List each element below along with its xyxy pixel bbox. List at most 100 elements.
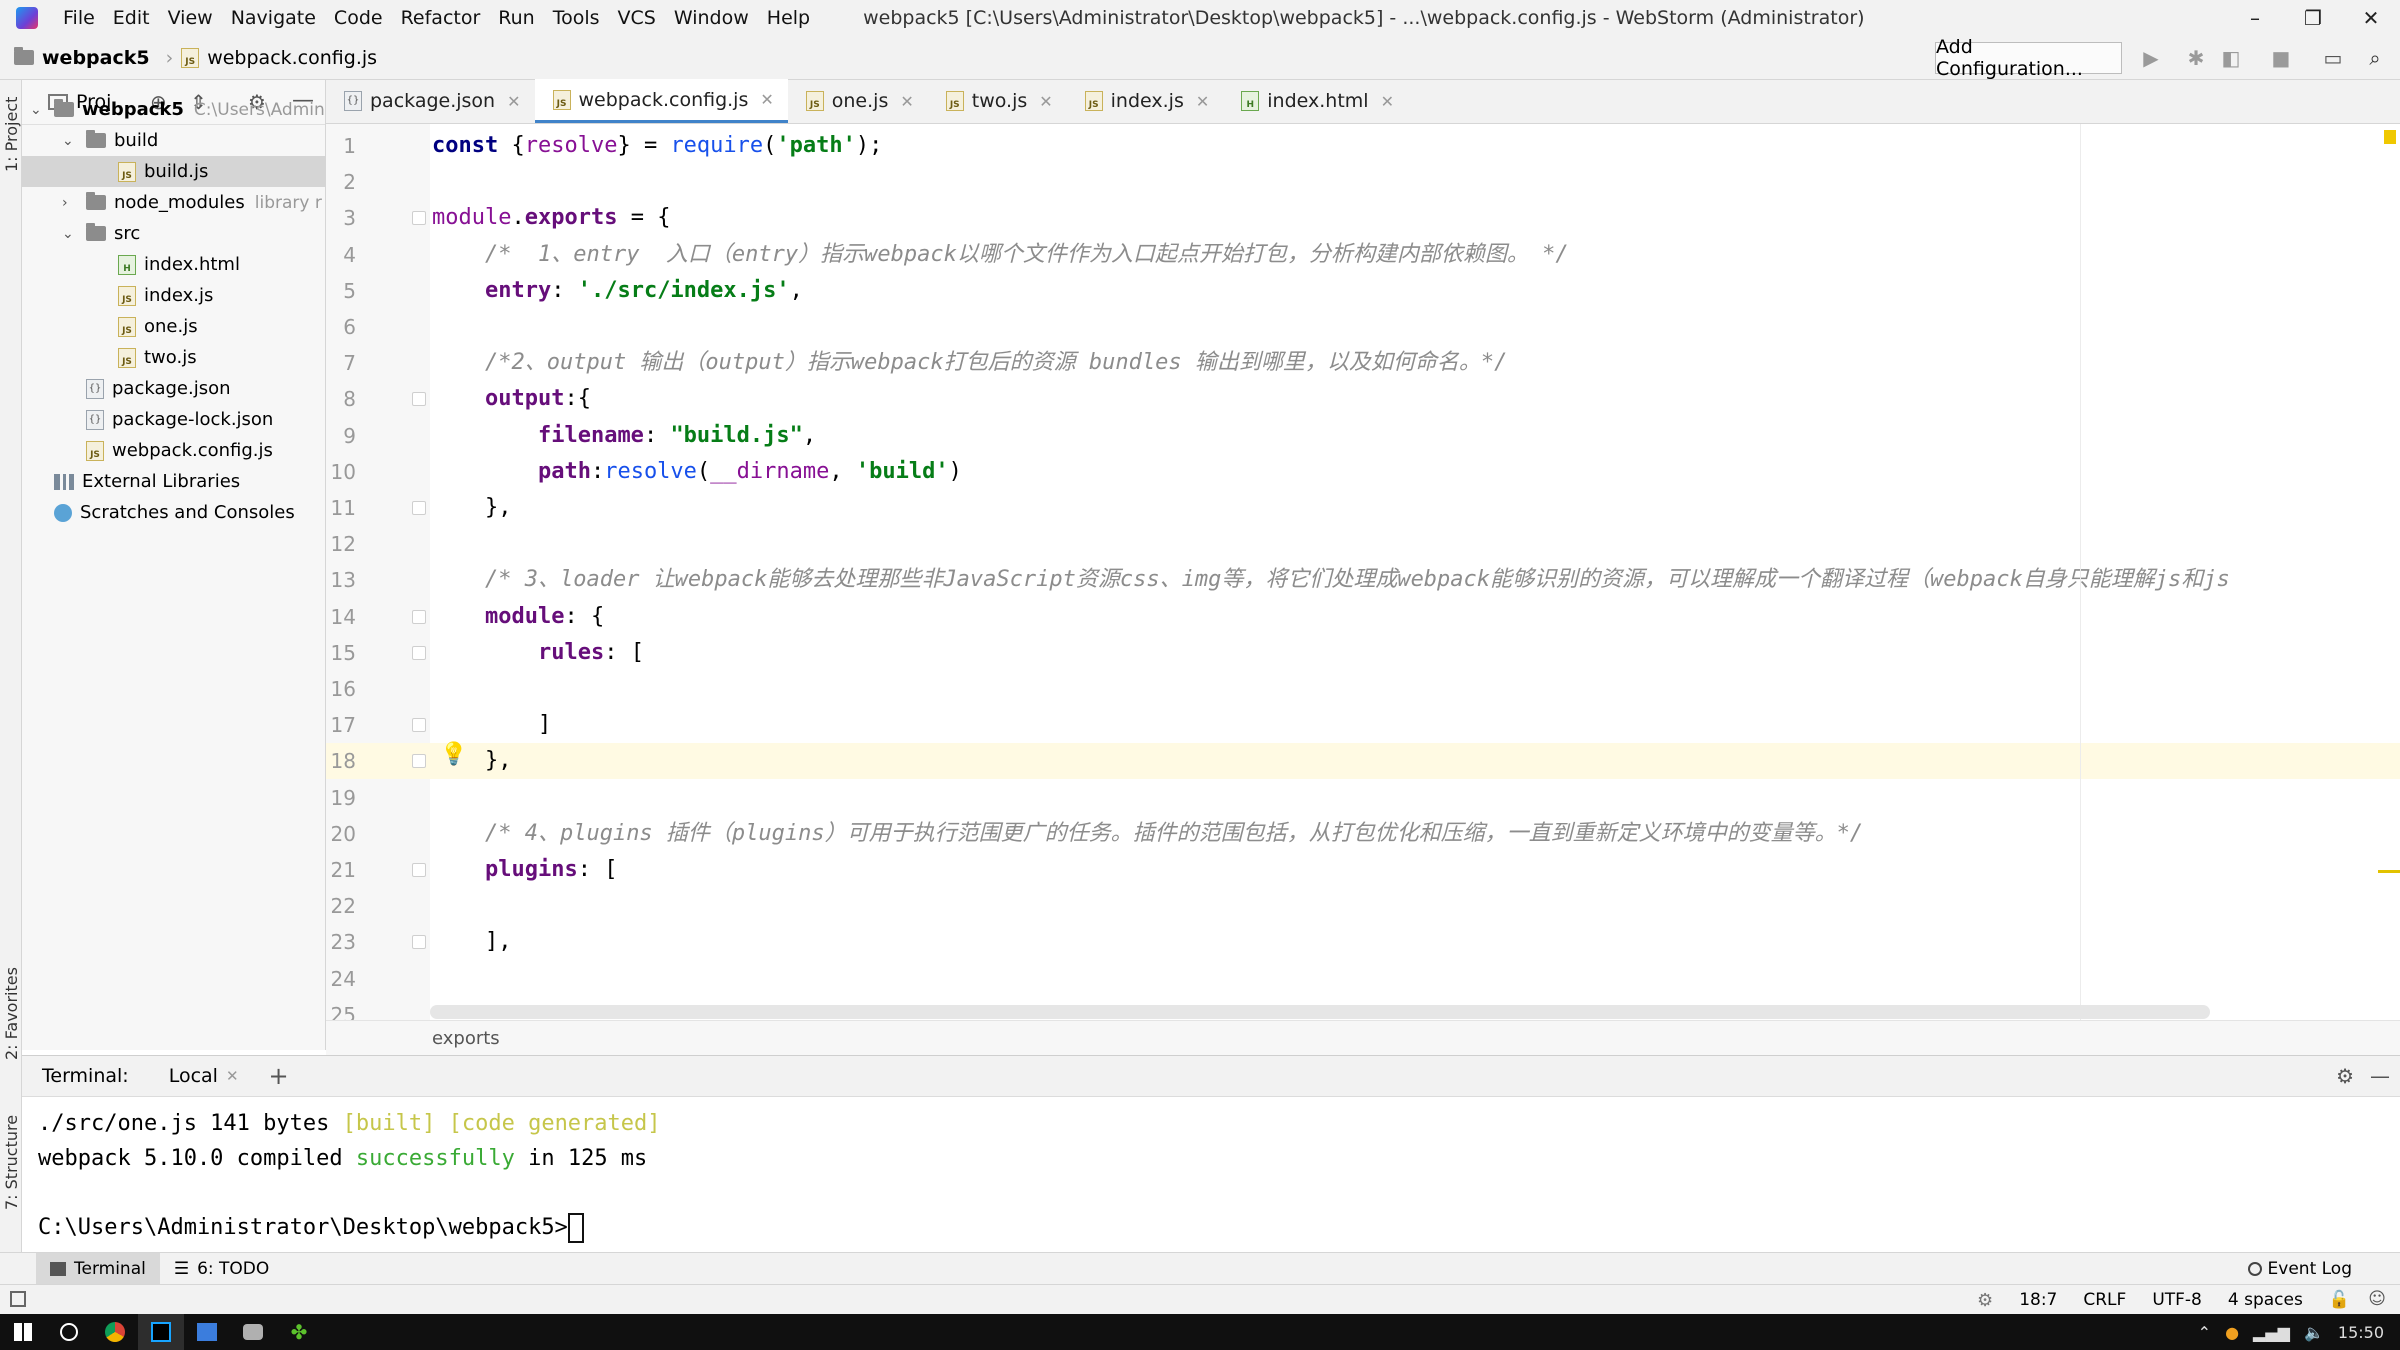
tree-item[interactable]: JS index.js: [22, 280, 326, 311]
run-icon[interactable]: ▶: [2140, 46, 2162, 70]
tool-windows-toggle-icon[interactable]: [10, 1291, 26, 1307]
terminal-tab-local[interactable]: Local ✕: [169, 1065, 239, 1087]
line-separator[interactable]: CRLF: [2083, 1290, 2126, 1310]
chevron-down-icon[interactable]: ⌄: [30, 102, 46, 118]
tree-item[interactable]: › node_modules library r: [22, 187, 326, 218]
file-encoding[interactable]: UTF-8: [2152, 1290, 2202, 1310]
app-taskbar-icon[interactable]: [184, 1314, 230, 1350]
menu-view[interactable]: View: [159, 7, 222, 29]
editor-tab[interactable]: JS index.js ✕: [1067, 79, 1224, 123]
services-icon[interactable]: ⚙: [1977, 1290, 1993, 1311]
new-terminal-button[interactable]: +: [269, 1062, 289, 1090]
tree-item[interactable]: {} package.json: [22, 373, 326, 404]
coverage-icon[interactable]: ◧: [2220, 46, 2242, 70]
minimize-icon[interactable]: –: [2226, 0, 2284, 36]
fold-marker-icon[interactable]: [412, 754, 426, 769]
close-icon[interactable]: ✕: [2342, 0, 2400, 36]
tree-item[interactable]: ⌄ build: [22, 125, 326, 156]
code-breadcrumb[interactable]: exports: [326, 1020, 2400, 1055]
fold-marker-icon[interactable]: [412, 501, 426, 515]
stop-icon[interactable]: ■: [2270, 46, 2292, 70]
close-tab-icon[interactable]: ✕: [900, 92, 913, 111]
code-editor[interactable]: const {resolve} = require('path'); module…: [430, 124, 2400, 1020]
indent-setting[interactable]: 4 spaces: [2228, 1290, 2303, 1310]
project-tool-button[interactable]: 1: Project: [2, 97, 21, 172]
fold-marker-icon[interactable]: [412, 609, 426, 624]
menu-run[interactable]: Run: [489, 7, 543, 29]
fold-marker-icon[interactable]: [412, 645, 426, 660]
close-tab-icon[interactable]: ✕: [1381, 92, 1394, 111]
tree-item[interactable]: JS one.js: [22, 311, 326, 342]
favorites-tool-button[interactable]: 2: Favorites: [2, 967, 21, 1060]
maximize-icon[interactable]: ❐: [2284, 0, 2342, 36]
menu-edit[interactable]: Edit: [104, 7, 159, 29]
caret-position[interactable]: 18:7: [2019, 1290, 2057, 1310]
tree-item[interactable]: JS build.js: [22, 156, 326, 187]
gear-icon[interactable]: ⚙: [2336, 1064, 2354, 1088]
chevron-down-icon[interactable]: ⌄: [62, 226, 78, 242]
nav-file[interactable]: webpack.config.js: [207, 47, 377, 69]
todo-tool-button[interactable]: ☰ 6: TODO: [160, 1253, 283, 1285]
fold-marker-icon[interactable]: [412, 718, 426, 733]
leaf-taskbar-icon[interactable]: ✤: [276, 1314, 322, 1350]
tray-chevron-icon[interactable]: ⌃: [2198, 1323, 2211, 1342]
tree-item[interactable]: JS webpack.config.js: [22, 435, 326, 466]
editor-tab[interactable]: JS one.js ✕: [788, 79, 928, 123]
recorder-taskbar-icon[interactable]: [230, 1314, 276, 1350]
lock-icon[interactable]: 🔓: [2329, 1290, 2350, 1310]
nav-project[interactable]: webpack5: [42, 47, 150, 69]
network-icon[interactable]: ▂▄▆: [2253, 1323, 2290, 1342]
event-log-button[interactable]: Event Log: [2247, 1253, 2352, 1285]
tree-item[interactable]: External Libraries: [22, 466, 326, 497]
editor-tab[interactable]: JS two.js ✕: [928, 79, 1067, 123]
tree-item[interactable]: JS two.js: [22, 342, 326, 373]
close-tab-icon[interactable]: ✕: [1196, 92, 1209, 111]
tree-item[interactable]: ⌄ webpack5 C:\Users\Admin: [22, 94, 326, 125]
fold-marker-icon[interactable]: [412, 935, 426, 950]
editor-tab[interactable]: Hindex.html ✕: [1223, 79, 1408, 123]
chevron-right-icon[interactable]: ›: [62, 195, 78, 211]
chevron-down-icon[interactable]: ⌄: [62, 133, 78, 149]
tree-item[interactable]: Hindex.html: [22, 249, 326, 280]
menu-tools[interactable]: Tools: [544, 7, 609, 29]
debug-icon[interactable]: ✱: [2185, 46, 2207, 70]
add-configuration-button[interactable]: Add Configuration...: [1935, 36, 2122, 80]
menu-window[interactable]: Window: [665, 7, 758, 29]
lightbulb-icon[interactable]: 💡: [440, 742, 467, 767]
warning-indicator-icon[interactable]: [2384, 130, 2396, 144]
inspector-icon[interactable]: ☺: [2368, 1289, 2386, 1309]
editor-tab[interactable]: {} package.json ✕: [326, 79, 535, 123]
menu-navigate[interactable]: Navigate: [222, 7, 325, 29]
menu-help[interactable]: Help: [758, 7, 819, 29]
hide-panel-icon[interactable]: —: [2370, 1064, 2390, 1088]
menu-file[interactable]: File: [54, 7, 104, 29]
close-tab-icon[interactable]: ✕: [760, 90, 773, 109]
menu-code[interactable]: Code: [325, 7, 392, 29]
fold-marker-icon[interactable]: [412, 392, 426, 407]
tree-item[interactable]: Scratches and Consoles: [22, 497, 326, 528]
editor-tab[interactable]: JS webpack.config.js ✕: [534, 79, 788, 123]
close-tab-icon[interactable]: ✕: [226, 1067, 239, 1085]
windows-start-icon[interactable]: [0, 1314, 46, 1350]
search-icon[interactable]: ⌕: [2364, 46, 2386, 70]
clock[interactable]: 15:50: [2338, 1323, 2384, 1342]
menu-vcs[interactable]: VCS: [609, 7, 665, 29]
scrollbar-marker[interactable]: [2378, 870, 2400, 873]
project-structure-icon[interactable]: ▭: [2322, 46, 2344, 70]
fold-marker-icon[interactable]: [412, 863, 426, 877]
search-circle-icon[interactable]: [46, 1314, 92, 1350]
tray-app-icon[interactable]: ●: [2225, 1323, 2239, 1342]
webstorm-taskbar-icon[interactable]: [138, 1314, 184, 1350]
structure-tool-button[interactable]: 7: Structure: [2, 1115, 21, 1210]
chrome-icon[interactable]: [92, 1314, 138, 1350]
fold-marker-icon[interactable]: [412, 211, 426, 226]
volume-icon[interactable]: 🔈: [2304, 1323, 2324, 1342]
tree-item[interactable]: {} package-lock.json: [22, 404, 326, 435]
tree-item[interactable]: ⌄ src: [22, 218, 326, 249]
horizontal-scrollbar[interactable]: [430, 1005, 2210, 1019]
terminal-output[interactable]: ./src/one.js 141 bytes [built] [code gen…: [22, 1097, 2400, 1252]
close-tab-icon[interactable]: ✕: [507, 92, 520, 111]
menu-refactor[interactable]: Refactor: [392, 7, 490, 29]
terminal-tool-button[interactable]: Terminal: [36, 1252, 160, 1285]
close-tab-icon[interactable]: ✕: [1039, 92, 1052, 111]
